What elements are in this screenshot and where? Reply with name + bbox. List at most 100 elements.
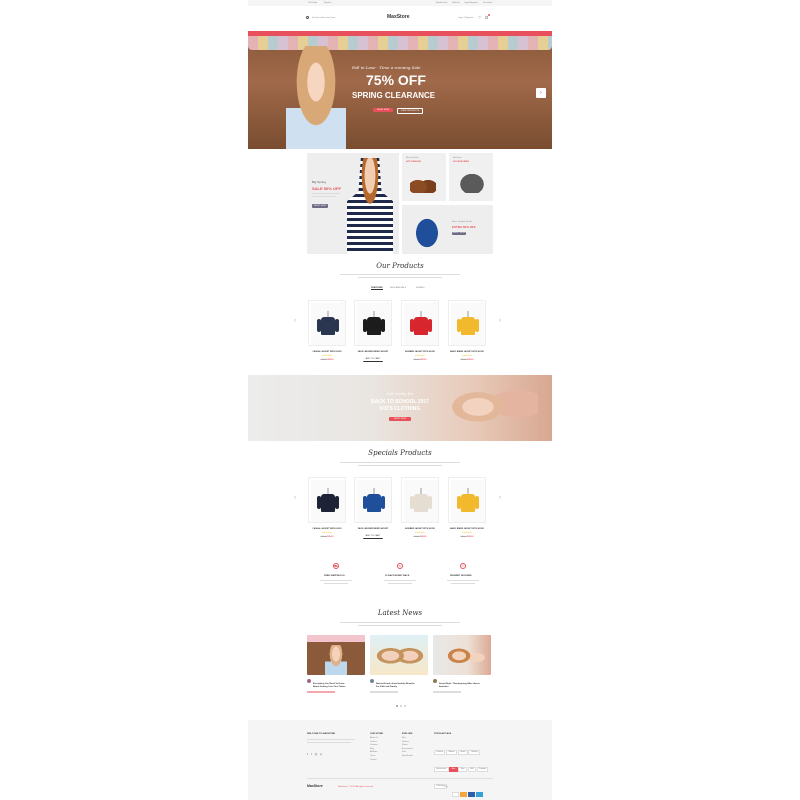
rating-stars: ★★★★★	[462, 532, 472, 534]
specials-title: Specials Products	[368, 449, 432, 457]
news-pager-dot-active[interactable]	[396, 705, 398, 707]
section-text2	[358, 625, 442, 627]
rating-stars: ★★★★★	[322, 532, 332, 534]
wishlist-icon[interactable]: ♡	[481, 302, 483, 305]
news-image-1[interactable]	[307, 635, 365, 675]
tab-female[interactable]: FEMALE	[416, 287, 425, 289]
footer-link[interactable]: Privacy	[370, 759, 378, 763]
product-card[interactable]	[401, 477, 439, 523]
wishlist-icon[interactable]: ♡	[387, 302, 389, 305]
pinterest-icon[interactable]: p	[320, 752, 325, 756]
rating-stars: ★★★★★	[322, 355, 332, 357]
tag-active[interactable]: Men	[449, 767, 458, 773]
login-link[interactable]: Login / Register	[458, 17, 473, 19]
tab-new-arrivals[interactable]: NEW ARRIVALS	[390, 287, 406, 289]
school-banner: Get ready for BACK TO SCHOOL 2017 KID'S …	[248, 375, 552, 441]
product-name[interactable]: FAUX LEATHER BIKER JACKET	[353, 528, 393, 530]
wishlist-icon[interactable]: ♡	[341, 302, 343, 305]
news-title-1[interactable]: Everything You Need To Know About Gettin…	[313, 683, 351, 689]
tag[interactable]: New	[458, 767, 467, 773]
product-card[interactable]	[308, 477, 346, 523]
top-link-login[interactable]: Login/Register	[464, 2, 478, 4]
product-card[interactable]: ♡	[308, 300, 346, 346]
promo-big-text	[312, 193, 340, 195]
language-select[interactable]: English	[324, 2, 331, 4]
promo-big[interactable]: Big Spring SALE 50% OFF SHOP NOW	[307, 153, 399, 254]
news-title-2[interactable]: Natural Foods show Healthy Benefits For …	[376, 683, 416, 689]
promo-shoes[interactable]: New & Stock HOT FASHION Hot Item ACCESSO…	[402, 153, 493, 201]
search-input[interactable]: Search entire store here	[312, 17, 335, 19]
logo[interactable]: MaxStore	[387, 14, 410, 20]
news-meta	[433, 691, 461, 693]
top-link-checkout[interactable]: Checkout	[483, 2, 492, 4]
hat-image	[457, 171, 487, 193]
news-title-3[interactable]: Social Style: Thanksgiving After-dinner …	[439, 683, 484, 689]
new-price: $45.00	[467, 536, 474, 538]
product-card[interactable]	[448, 477, 486, 523]
tag[interactable]: Clothing	[468, 750, 481, 756]
top-link-account[interactable]: My Account	[436, 2, 447, 4]
promo-jacket[interactable]: Basic Quilted Jacket EXTRA 50% OFF SHOP …	[402, 205, 493, 254]
tag[interactable]: Women	[446, 750, 458, 756]
new-price: $45.00	[420, 359, 427, 361]
tab-featured[interactable]: FEATURED	[371, 287, 383, 291]
promo-big-button[interactable]: SHOP NOW	[312, 204, 328, 208]
feature-text	[320, 580, 352, 582]
add-to-cart-button[interactable]: ADD TO CART	[363, 535, 383, 539]
specials-prev-arrow[interactable]: ‹	[294, 495, 296, 501]
hero-banner: Fall in Love · Time a running Sale 75% O…	[248, 36, 552, 149]
tag[interactable]: Fashion	[434, 750, 446, 756]
product-name[interactable]: BOMBER JACKET WITH HOOD	[400, 528, 440, 530]
news-pager-dot[interactable]	[404, 705, 406, 707]
news-kids	[376, 643, 424, 675]
copyright: MaxStore © 2017 All rights reserved	[338, 786, 374, 788]
product-card[interactable]	[354, 477, 392, 523]
add-to-cart-button[interactable]: ADD TO CART	[363, 358, 383, 362]
tag[interactable]: Kids	[467, 767, 477, 773]
product-name[interactable]: CASUAL JACKET WITH HOOD	[307, 528, 347, 530]
product-image	[311, 480, 345, 522]
top-link-wishlist[interactable]: Wishlist	[452, 2, 460, 4]
product-price: $60.00 $45.00	[400, 359, 440, 361]
hero-view-button[interactable]: VIEW PRODUCTS	[397, 108, 423, 114]
news-title: Latest News	[377, 609, 423, 617]
news-meta	[370, 691, 398, 693]
currency-select[interactable]: US Dollar	[308, 2, 317, 4]
wishlist-icon[interactable]: ♡	[434, 302, 436, 305]
products-prev-arrow[interactable]: ‹	[294, 318, 296, 324]
news-image-3[interactable]	[433, 635, 491, 675]
hero-next-arrow[interactable]: ›	[536, 88, 546, 98]
visa-icon	[468, 792, 475, 797]
heart-icon[interactable]: ♡	[478, 15, 482, 20]
tag[interactable]: Accessories	[434, 767, 449, 773]
amex-icon	[476, 792, 483, 797]
hero-shop-button[interactable]: SHOP NOW	[373, 108, 393, 112]
specials-next-arrow[interactable]: ›	[499, 495, 501, 501]
footer-logo[interactable]: MaxStore	[307, 784, 323, 788]
old-price: $60.00	[320, 536, 327, 538]
product-card[interactable]: ♡	[354, 300, 392, 346]
promo-jacket-title: EXTRA 50% OFF	[452, 225, 476, 229]
product-card[interactable]: ♡	[448, 300, 486, 346]
product-name[interactable]: BASIC BIKER JACKET WITH HOOD	[447, 528, 487, 530]
tag[interactable]: Shoes	[457, 750, 468, 756]
new-price: $45.00	[327, 359, 334, 361]
top-bar	[248, 0, 552, 6]
news-image-2[interactable]	[370, 635, 428, 675]
feature-payment: PAYMENT SECURED	[450, 575, 472, 577]
product-name[interactable]: BOMBER JACKET WITH HOOD	[400, 351, 440, 353]
section-text	[340, 622, 460, 624]
promo-jacket-button[interactable]: SHOP NOW	[452, 232, 466, 235]
products-next-arrow[interactable]: ›	[499, 318, 501, 324]
product-card[interactable]: ♡	[401, 300, 439, 346]
search-icon[interactable]	[306, 16, 309, 19]
tag[interactable]: Summer	[476, 767, 489, 773]
product-name[interactable]: BASIC BIKER JACKET WITH HOOD	[447, 351, 487, 353]
footer-link[interactable]: New Arrivals	[402, 755, 413, 759]
hero-subtitle: SPRING CLEARANCE	[352, 91, 436, 100]
product-name[interactable]: FAUX LEATHER BIKER JACKET	[353, 351, 393, 353]
product-name[interactable]: CASUAL JACKET WITH HOOD	[307, 351, 347, 353]
news-pager-dot[interactable]	[400, 705, 402, 707]
school-shop-button[interactable]: SHOP NOW	[389, 417, 411, 421]
jacket-image	[410, 317, 432, 335]
